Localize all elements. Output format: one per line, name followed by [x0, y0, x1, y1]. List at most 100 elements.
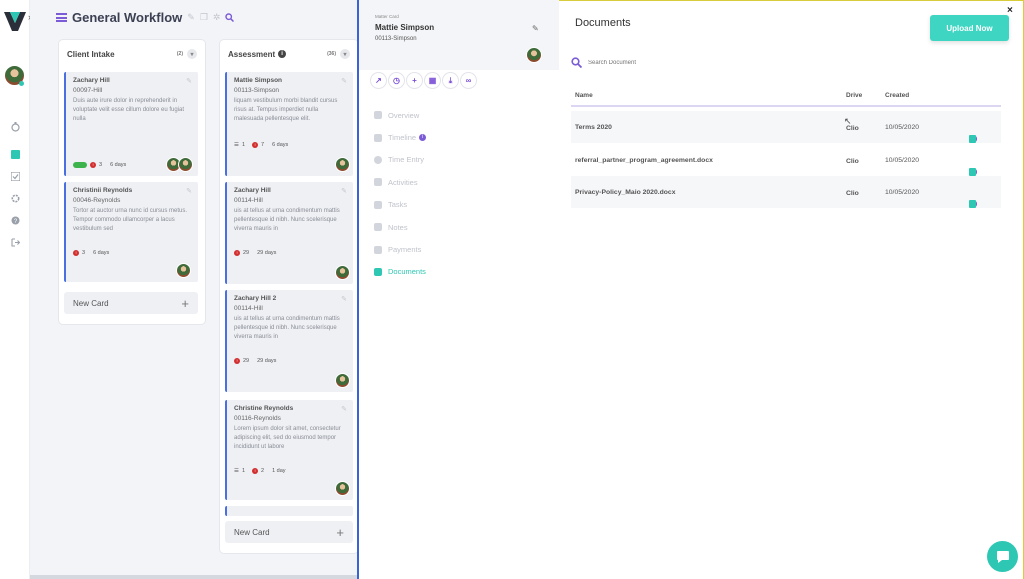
search-input[interactable]: [588, 59, 788, 66]
chevron-down-icon[interactable]: ▾: [187, 49, 197, 59]
payments-icon: [374, 245, 382, 254]
chat-bubble-icon: [996, 550, 1009, 563]
grid-icon[interactable]: ▦: [425, 73, 440, 88]
left-rail: › ?: [0, 0, 31, 579]
matter-avatar: [526, 47, 542, 63]
matter-card[interactable]: Zachary Hill 2 00114-Hill uis at tellus …: [225, 290, 353, 392]
edit-icon[interactable]: ✎: [341, 405, 347, 413]
card-name: Christinii Reynolds: [73, 187, 133, 194]
menu-icon[interactable]: [56, 13, 67, 22]
document-name[interactable]: referral_partner_program_agreement.docx: [575, 157, 713, 164]
edit-icon[interactable]: ✎: [341, 295, 347, 303]
matter-card[interactable]: Christinii Reynolds 00046-Reynolds Torto…: [64, 182, 198, 282]
menu-item-time-entry[interactable]: Time Entry: [374, 149, 426, 171]
trash-icon[interactable]: [969, 135, 976, 143]
copy-board-icon[interactable]: ❐: [200, 12, 208, 23]
document-created: 10/05/2020: [885, 189, 920, 196]
app-window: › ? General Workflow ✎ ❐ ✲ Client Intake…: [0, 0, 1024, 579]
days-label: 29 days: [257, 358, 277, 364]
new-card-label: New Card: [73, 298, 109, 308]
logout-icon[interactable]: [10, 237, 20, 247]
app-logo-icon[interactable]: [3, 9, 27, 33]
alert-icon: !: [234, 250, 240, 256]
chevron-down-icon[interactable]: ▾: [340, 49, 350, 59]
edit-icon[interactable]: ✎: [186, 187, 192, 195]
tasks-icon: [374, 200, 382, 209]
tasks-icon: ☰: [234, 142, 239, 148]
matter-card-partial[interactable]: [225, 506, 353, 516]
column-header-name[interactable]: Name: [575, 92, 593, 99]
board-icon[interactable]: [10, 149, 20, 159]
timer-icon[interactable]: [10, 122, 20, 132]
column-header-created[interactable]: Created: [885, 92, 909, 99]
days-label: 6 days: [110, 162, 127, 168]
table-row[interactable]: Privacy-Policy_Maio 2020.docx Clio 10/05…: [571, 176, 1001, 208]
search-icon: [571, 57, 582, 68]
card-name: Christine Reynolds: [234, 405, 294, 412]
board-horizontal-scrollbar[interactable]: [30, 575, 360, 579]
new-card-button[interactable]: New Card +: [64, 292, 198, 314]
table-row[interactable]: Terms 2020 Clio 10/05/2020 ↓: [571, 111, 1001, 143]
gear-icon[interactable]: [10, 193, 20, 203]
activities-icon: [374, 178, 382, 187]
document-drive: Clio: [846, 190, 859, 197]
menu-item-notes[interactable]: Notes: [374, 216, 426, 238]
documents-title: Documents: [575, 17, 631, 29]
menu-item-label: Time Entry: [388, 155, 424, 165]
matter-card[interactable]: Mattie Simpson 00113-Simpson liquam vest…: [225, 72, 353, 176]
document-created: 10/05/2020: [885, 157, 920, 164]
timer-icon[interactable]: ◷: [389, 73, 404, 88]
document-name[interactable]: Privacy-Policy_Maio 2020.docx: [575, 189, 676, 196]
document-created: 10/05/2020: [885, 124, 920, 131]
matter-card[interactable]: Zachary Hill 00097-Hill Duis aute irure …: [64, 72, 198, 176]
table-row[interactable]: referral_partner_program_agreement.docx …: [571, 144, 1001, 176]
card-number: 00116-Reynolds: [234, 415, 281, 422]
card-meta: ! 29 29 days: [234, 250, 276, 256]
assignee-avatar: [335, 481, 350, 496]
edit-icon[interactable]: ✎: [186, 77, 192, 85]
add-icon[interactable]: +: [407, 73, 422, 88]
card-name: Mattie Simpson: [234, 77, 283, 84]
edit-icon[interactable]: ✎: [341, 187, 347, 195]
menu-item-documents[interactable]: Documents: [374, 261, 426, 283]
card-meta: ☰ 1 ! 7 6 days: [234, 142, 288, 148]
column-header-drive[interactable]: Drive: [846, 92, 862, 99]
trash-icon[interactable]: [969, 200, 976, 208]
document-name[interactable]: Terms 2020: [575, 124, 612, 131]
menu-item-label: Notes: [388, 222, 408, 232]
menu-item-overview[interactable]: Overview: [374, 104, 426, 126]
upload-now-button[interactable]: Upload Now: [930, 15, 1009, 41]
assignee-avatar: [176, 263, 191, 278]
menu-item-payments[interactable]: Payments: [374, 238, 426, 260]
search-icon[interactable]: [225, 13, 235, 22]
chat-button[interactable]: [987, 541, 1018, 572]
edit-icon[interactable]: ✎: [532, 24, 539, 33]
info-icon[interactable]: i: [278, 50, 287, 58]
column-client-intake: Client Intake (2) ▾ Zachary Hill 00097-H…: [59, 40, 205, 324]
checklist-icon[interactable]: [10, 171, 20, 181]
edit-icon[interactable]: ✎: [341, 77, 347, 85]
link-icon[interactable]: ∞: [461, 73, 476, 88]
edit-board-icon[interactable]: ✎: [187, 12, 195, 23]
column-header: Assessment i (36) ▾: [220, 40, 358, 68]
menu-item-label: Documents: [388, 267, 426, 277]
menu-item-activities[interactable]: Activities: [374, 171, 426, 193]
column-count: (36): [327, 51, 336, 57]
days-label: 6 days: [93, 250, 110, 256]
matter-card[interactable]: Christine Reynolds 00116-Reynolds Lorem …: [225, 400, 353, 500]
matter-actions: ↗ ◷ + ▦ ⤓ ∞: [371, 73, 476, 88]
download-icon[interactable]: ⤓: [443, 73, 458, 88]
help-icon[interactable]: ?: [10, 215, 20, 225]
new-card-button[interactable]: New Card +: [225, 521, 353, 543]
tasks-count: 1: [241, 142, 245, 148]
menu-item-tasks[interactable]: Tasks: [374, 194, 426, 216]
matter-card[interactable]: Zachary Hill 00114-Hill uis at tellus at…: [225, 182, 353, 284]
close-icon[interactable]: ×: [1007, 5, 1013, 16]
matter-panel: Matter Card Mattie Simpson 00113-Simpson…: [357, 0, 559, 579]
menu-item-timeline[interactable]: Timeline i: [374, 126, 427, 148]
card-name: Zachary Hill: [73, 77, 110, 84]
trash-icon[interactable]: [969, 168, 976, 176]
column-assessment: Assessment i (36) ▾ Mattie Simpson 00113…: [220, 40, 358, 553]
settings-board-icon[interactable]: ✲: [213, 12, 221, 23]
open-external-icon[interactable]: ↗: [371, 73, 386, 88]
